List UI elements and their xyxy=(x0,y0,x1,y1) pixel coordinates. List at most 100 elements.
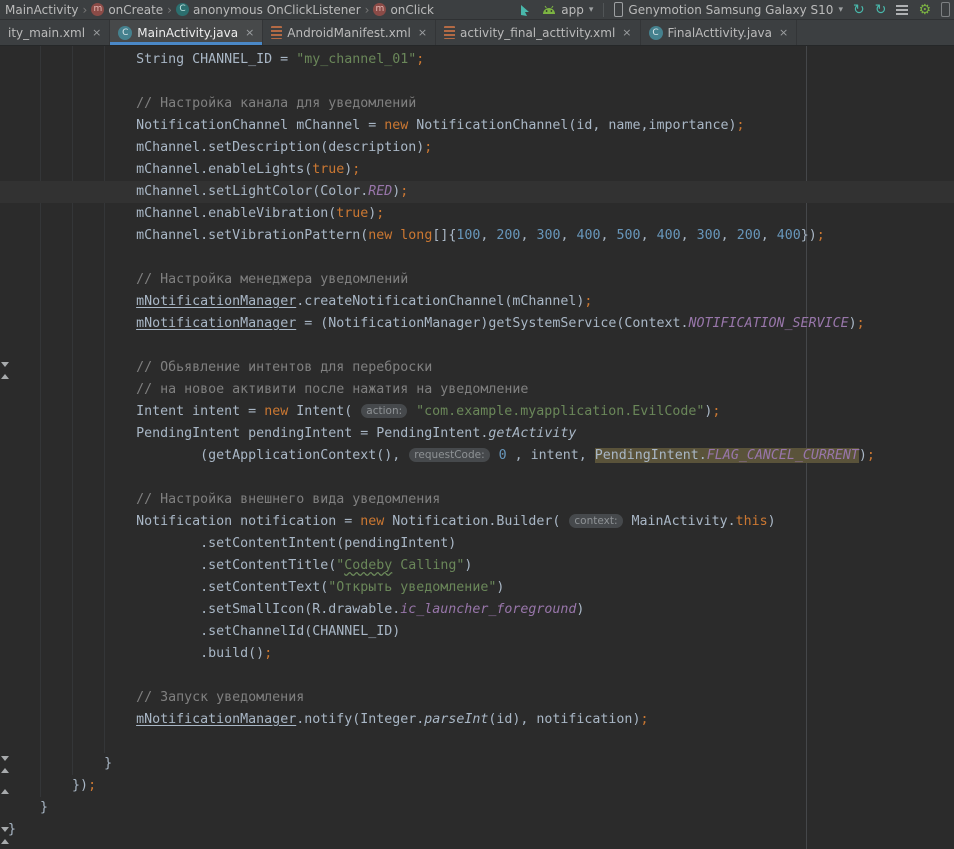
list-icon[interactable] xyxy=(896,5,908,15)
code-token: mChannel.setDescription(description) xyxy=(8,140,424,155)
code-line[interactable]: mNotificationManager = (NotificationMana… xyxy=(0,313,954,335)
close-icon[interactable]: × xyxy=(418,26,427,39)
code-token: Notification notification = xyxy=(8,514,360,529)
code-line[interactable]: mChannel.setVibrationPattern(new long[]{… xyxy=(0,225,954,247)
code-token xyxy=(8,294,136,309)
code-line[interactable]: // на новое активити после нажатия на ув… xyxy=(0,379,954,401)
code-line[interactable]: // Настройка канала для уведомлений xyxy=(0,93,954,115)
fold-marker-icon[interactable] xyxy=(1,756,9,761)
code-line[interactable]: Notification notification = new Notifica… xyxy=(0,511,954,533)
code-line[interactable]: } xyxy=(0,753,954,775)
code-line[interactable]: .setContentText("Открыть уведомление") xyxy=(0,577,954,599)
fold-marker-icon[interactable] xyxy=(1,768,9,773)
code-line[interactable]: // Настройка менеджера уведомлений xyxy=(0,269,954,291)
code-line[interactable]: String CHANNEL_ID = "my_channel_01"; xyxy=(0,49,954,71)
code-line[interactable]: Intent intent = new Intent( action: "com… xyxy=(0,401,954,423)
phone-icon xyxy=(614,2,623,17)
code-token: parseInt xyxy=(424,712,488,727)
code-token: .build() xyxy=(8,646,264,661)
code-line[interactable]: mChannel.setDescription(description); xyxy=(0,137,954,159)
code-line[interactable] xyxy=(0,335,954,357)
code-line[interactable]: PendingIntent pendingIntent = PendingInt… xyxy=(0,423,954,445)
code-line[interactable]: // Запуск уведомления xyxy=(0,687,954,709)
code-line[interactable]: .setContentIntent(pendingIntent) xyxy=(0,533,954,555)
code-line[interactable]: .setContentTitle("Codeby Calling") xyxy=(0,555,954,577)
code-token: , xyxy=(681,228,697,243)
code-line[interactable] xyxy=(0,71,954,93)
code-line[interactable]: } xyxy=(0,797,954,819)
device-manager-icon[interactable] xyxy=(941,2,950,17)
breadcrumb-anonymous-class[interactable]: C anonymous OnClickListener xyxy=(173,3,364,17)
code-line[interactable]: }); xyxy=(0,775,954,797)
code-line[interactable]: mChannel.enableLights(true); xyxy=(0,159,954,181)
editor-tab-bar: ity_main.xml × C MainActivity.java × And… xyxy=(0,20,954,46)
close-icon[interactable]: × xyxy=(779,26,788,39)
pointer-icon[interactable] xyxy=(518,3,532,17)
code-token: .setContentIntent(pendingIntent) xyxy=(8,536,456,551)
breadcrumb-oncreate[interactable]: m onCreate xyxy=(88,3,166,17)
code-line[interactable] xyxy=(0,247,954,269)
code-token: 400 xyxy=(577,228,601,243)
code-token: ; xyxy=(584,294,592,309)
code-token: ; xyxy=(737,118,745,133)
code-token: ; xyxy=(264,646,272,661)
android-icon xyxy=(542,5,556,15)
run-configuration-selector[interactable]: app ▾ xyxy=(542,3,593,17)
code-token: } xyxy=(8,756,112,771)
code-token: ic_launcher_foreground xyxy=(400,602,576,617)
code-line[interactable] xyxy=(0,731,954,753)
code-token: mNotificationManager xyxy=(136,294,296,309)
code-line[interactable] xyxy=(0,665,954,687)
code-token: , xyxy=(560,228,576,243)
close-icon[interactable]: × xyxy=(92,26,101,39)
code-token: new xyxy=(264,404,288,419)
fold-marker-icon[interactable] xyxy=(1,362,9,367)
code-token: PendingIntent pendingIntent = PendingInt… xyxy=(8,426,488,441)
code-token: // Настройка канала для уведомлений xyxy=(8,96,416,111)
android-xml-icon xyxy=(444,26,455,39)
code-token: this xyxy=(736,514,768,529)
breadcrumb-onclick[interactable]: m onClick xyxy=(370,3,437,17)
breadcrumb-mainactivity[interactable]: MainActivity xyxy=(2,3,82,17)
apply-code-changes-icon[interactable]: ↻ xyxy=(875,3,887,17)
code-line[interactable]: } xyxy=(0,819,954,841)
fold-marker-icon[interactable] xyxy=(1,789,9,794)
code-line[interactable]: .build(); xyxy=(0,643,954,665)
code-line[interactable]: (getApplicationContext(), requestCode: 0… xyxy=(0,445,954,467)
code-line[interactable]: mChannel.enableVibration(true); xyxy=(0,203,954,225)
tab-mainactivity-java[interactable]: C MainActivity.java × xyxy=(110,20,263,45)
tab-activity-final-acttivity-xml[interactable]: activity_final_acttivity.xml × xyxy=(436,20,640,45)
tab-androidmanifest-xml[interactable]: AndroidManifest.xml × xyxy=(263,20,436,45)
fold-marker-icon[interactable] xyxy=(1,839,9,844)
code-line[interactable]: mNotificationManager.notify(Integer.pars… xyxy=(0,709,954,731)
navigation-bar: MainActivity › m onCreate › C anonymous … xyxy=(0,0,954,20)
chevron-right-icon: › xyxy=(166,3,173,17)
code-line[interactable]: .setSmallIcon(R.drawable.ic_launcher_for… xyxy=(0,599,954,621)
code-token: ) xyxy=(496,580,504,595)
code-line[interactable]: mChannel.setLightColor(Color.RED); xyxy=(0,181,954,203)
code-line[interactable]: // Обьявление интентов для переброски xyxy=(0,357,954,379)
device-selector[interactable]: Genymotion Samsung Galaxy S10 ▾ xyxy=(614,2,843,17)
code-token: // Настройка внешнего вида уведомления xyxy=(8,492,440,507)
tab-activity-main-xml[interactable]: ity_main.xml × xyxy=(0,20,110,45)
code-token: MainActivity. xyxy=(624,514,736,529)
code-line[interactable]: NotificationChannel mChannel = new Notif… xyxy=(0,115,954,137)
sdk-manager-gear-icon[interactable]: ⚙ xyxy=(918,3,931,17)
code-editor[interactable]: String CHANNEL_ID = "my_channel_01"; // … xyxy=(0,46,954,849)
code-line[interactable] xyxy=(0,467,954,489)
close-icon[interactable]: × xyxy=(245,26,254,39)
code-line[interactable]: // Настройка внешнего вида уведомления xyxy=(0,489,954,511)
code-token: ; xyxy=(712,404,720,419)
fold-marker-icon[interactable] xyxy=(1,374,9,379)
code-line[interactable]: mNotificationManager.createNotificationC… xyxy=(0,291,954,313)
tab-finalacttivity-java[interactable]: C FinalActtivity.java × xyxy=(641,20,798,45)
android-studio-window: MainActivity › m onCreate › C anonymous … xyxy=(0,0,954,849)
pointer-icon-svg xyxy=(518,3,532,17)
code-token: ) xyxy=(849,316,857,331)
anonymous-class-icon: C xyxy=(176,3,189,16)
apply-changes-icon[interactable]: ↻ xyxy=(853,3,865,17)
fold-marker-icon[interactable] xyxy=(1,827,9,832)
code-line[interactable]: .setChannelId(CHANNEL_ID) xyxy=(0,621,954,643)
method-icon: m xyxy=(91,3,104,16)
close-icon[interactable]: × xyxy=(622,26,631,39)
